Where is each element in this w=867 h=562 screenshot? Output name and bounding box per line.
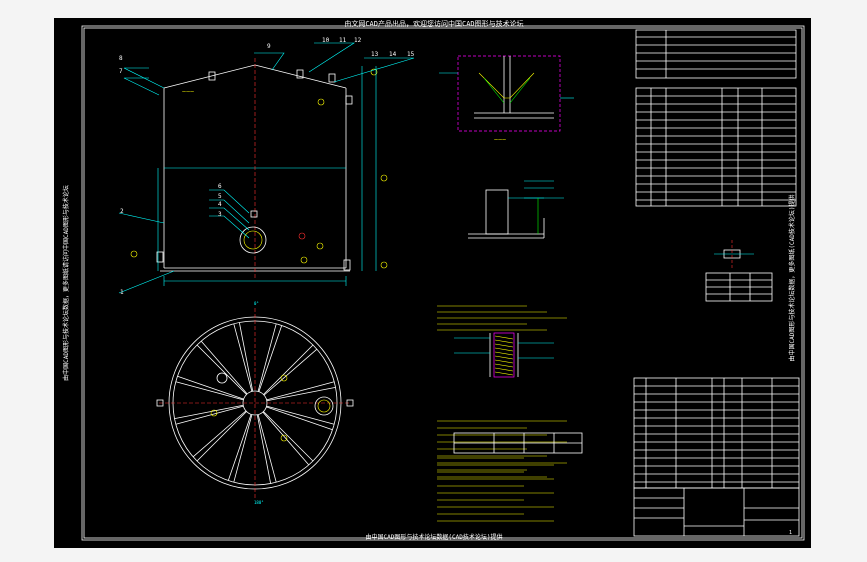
rafter-line bbox=[238, 322, 254, 392]
callout-11: 11 bbox=[339, 37, 347, 44]
hatch-line bbox=[494, 371, 514, 376]
callout-14: 14 bbox=[389, 51, 397, 58]
left-side-banner: 由中国CAD图形与技术论坛数据，更多图纸请访问中国CAD图形与技术论坛 bbox=[62, 185, 70, 381]
rafter-line bbox=[227, 414, 252, 481]
callout-1: 1 bbox=[120, 289, 124, 296]
detail-base-angle bbox=[468, 180, 564, 239]
right-side-banner: 由中国CAD图形与技术论坛数据，更多图纸(CAD技术论坛)提供 bbox=[788, 195, 796, 362]
small-table bbox=[453, 432, 583, 454]
nozzle-table bbox=[635, 87, 797, 207]
cad-drawing: 由文网CAD产品出品，欢迎您访问中国CAD图形与技术论坛 由中国CAD图形与技术… bbox=[62, 19, 805, 541]
rafter-line bbox=[256, 414, 272, 484]
callout-15: 15 bbox=[407, 51, 415, 58]
rafter-line bbox=[196, 344, 247, 395]
rafter-line bbox=[266, 386, 336, 402]
plan-angle-bottom: 180° bbox=[254, 500, 264, 505]
rafter-line bbox=[257, 323, 277, 392]
callout-2: 2 bbox=[120, 208, 124, 215]
callout-3: 3 bbox=[218, 211, 222, 218]
tank-plan-view: 0° 180° bbox=[156, 301, 354, 505]
callout-12: 12 bbox=[354, 37, 362, 44]
rafter-line bbox=[263, 411, 314, 462]
viewport: 由文网CAD产品出品，欢迎您访问中国CAD图形与技术论坛 由中国CAD图形与技术… bbox=[0, 0, 867, 562]
rafter-line bbox=[175, 381, 244, 401]
hatch-line bbox=[494, 347, 514, 352]
rafter-line bbox=[196, 411, 247, 462]
detail-right bbox=[705, 240, 773, 302]
hatch-line bbox=[494, 355, 514, 360]
callout-7: 7 bbox=[119, 68, 123, 75]
detail-a-caption: …………… bbox=[494, 136, 507, 141]
tank-elevation: …………… bbox=[118, 42, 415, 294]
hatch-line bbox=[494, 363, 514, 368]
rafter-line bbox=[266, 406, 333, 431]
rafter-line bbox=[174, 404, 244, 420]
title-block: 1 bbox=[633, 487, 800, 537]
detail-insulation bbox=[454, 332, 554, 378]
elevation-note: …………… bbox=[182, 88, 195, 93]
bill-of-materials bbox=[633, 377, 800, 489]
sheet-number: 1 bbox=[789, 530, 792, 536]
drawing-canvas[interactable]: 由文网CAD产品出品，欢迎您访问中国CAD图形与技术论坛 由中国CAD图形与技术… bbox=[54, 18, 811, 548]
hatch-line bbox=[494, 359, 514, 364]
callout-13: 13 bbox=[371, 51, 379, 58]
hatch-line bbox=[494, 343, 514, 348]
hatch-line bbox=[494, 335, 514, 340]
top-banner: 由文网CAD产品出品，欢迎您访问中国CAD图形与技术论坛 bbox=[344, 19, 523, 28]
hatch-line bbox=[494, 367, 514, 372]
detail-roof-joint: …………… bbox=[439, 55, 574, 141]
rafter-line bbox=[233, 414, 253, 483]
hatch-line bbox=[494, 339, 514, 344]
callout-6: 6 bbox=[218, 183, 222, 190]
bottom-banner: 由中国CAD图形与技术论坛数据(CAD技术论坛)提供 bbox=[366, 533, 503, 541]
rafter-line bbox=[258, 325, 283, 392]
hatch-line bbox=[494, 351, 514, 356]
plan-angle-top: 0° bbox=[254, 301, 259, 306]
design-data-table bbox=[635, 29, 797, 79]
callout-9: 9 bbox=[267, 43, 271, 50]
callout-4: 4 bbox=[218, 201, 222, 208]
rafter-line bbox=[177, 375, 244, 400]
callout-8: 8 bbox=[119, 55, 123, 62]
callout-10: 10 bbox=[322, 37, 330, 44]
callout-5: 5 bbox=[218, 193, 222, 200]
rafter-line bbox=[263, 344, 314, 395]
